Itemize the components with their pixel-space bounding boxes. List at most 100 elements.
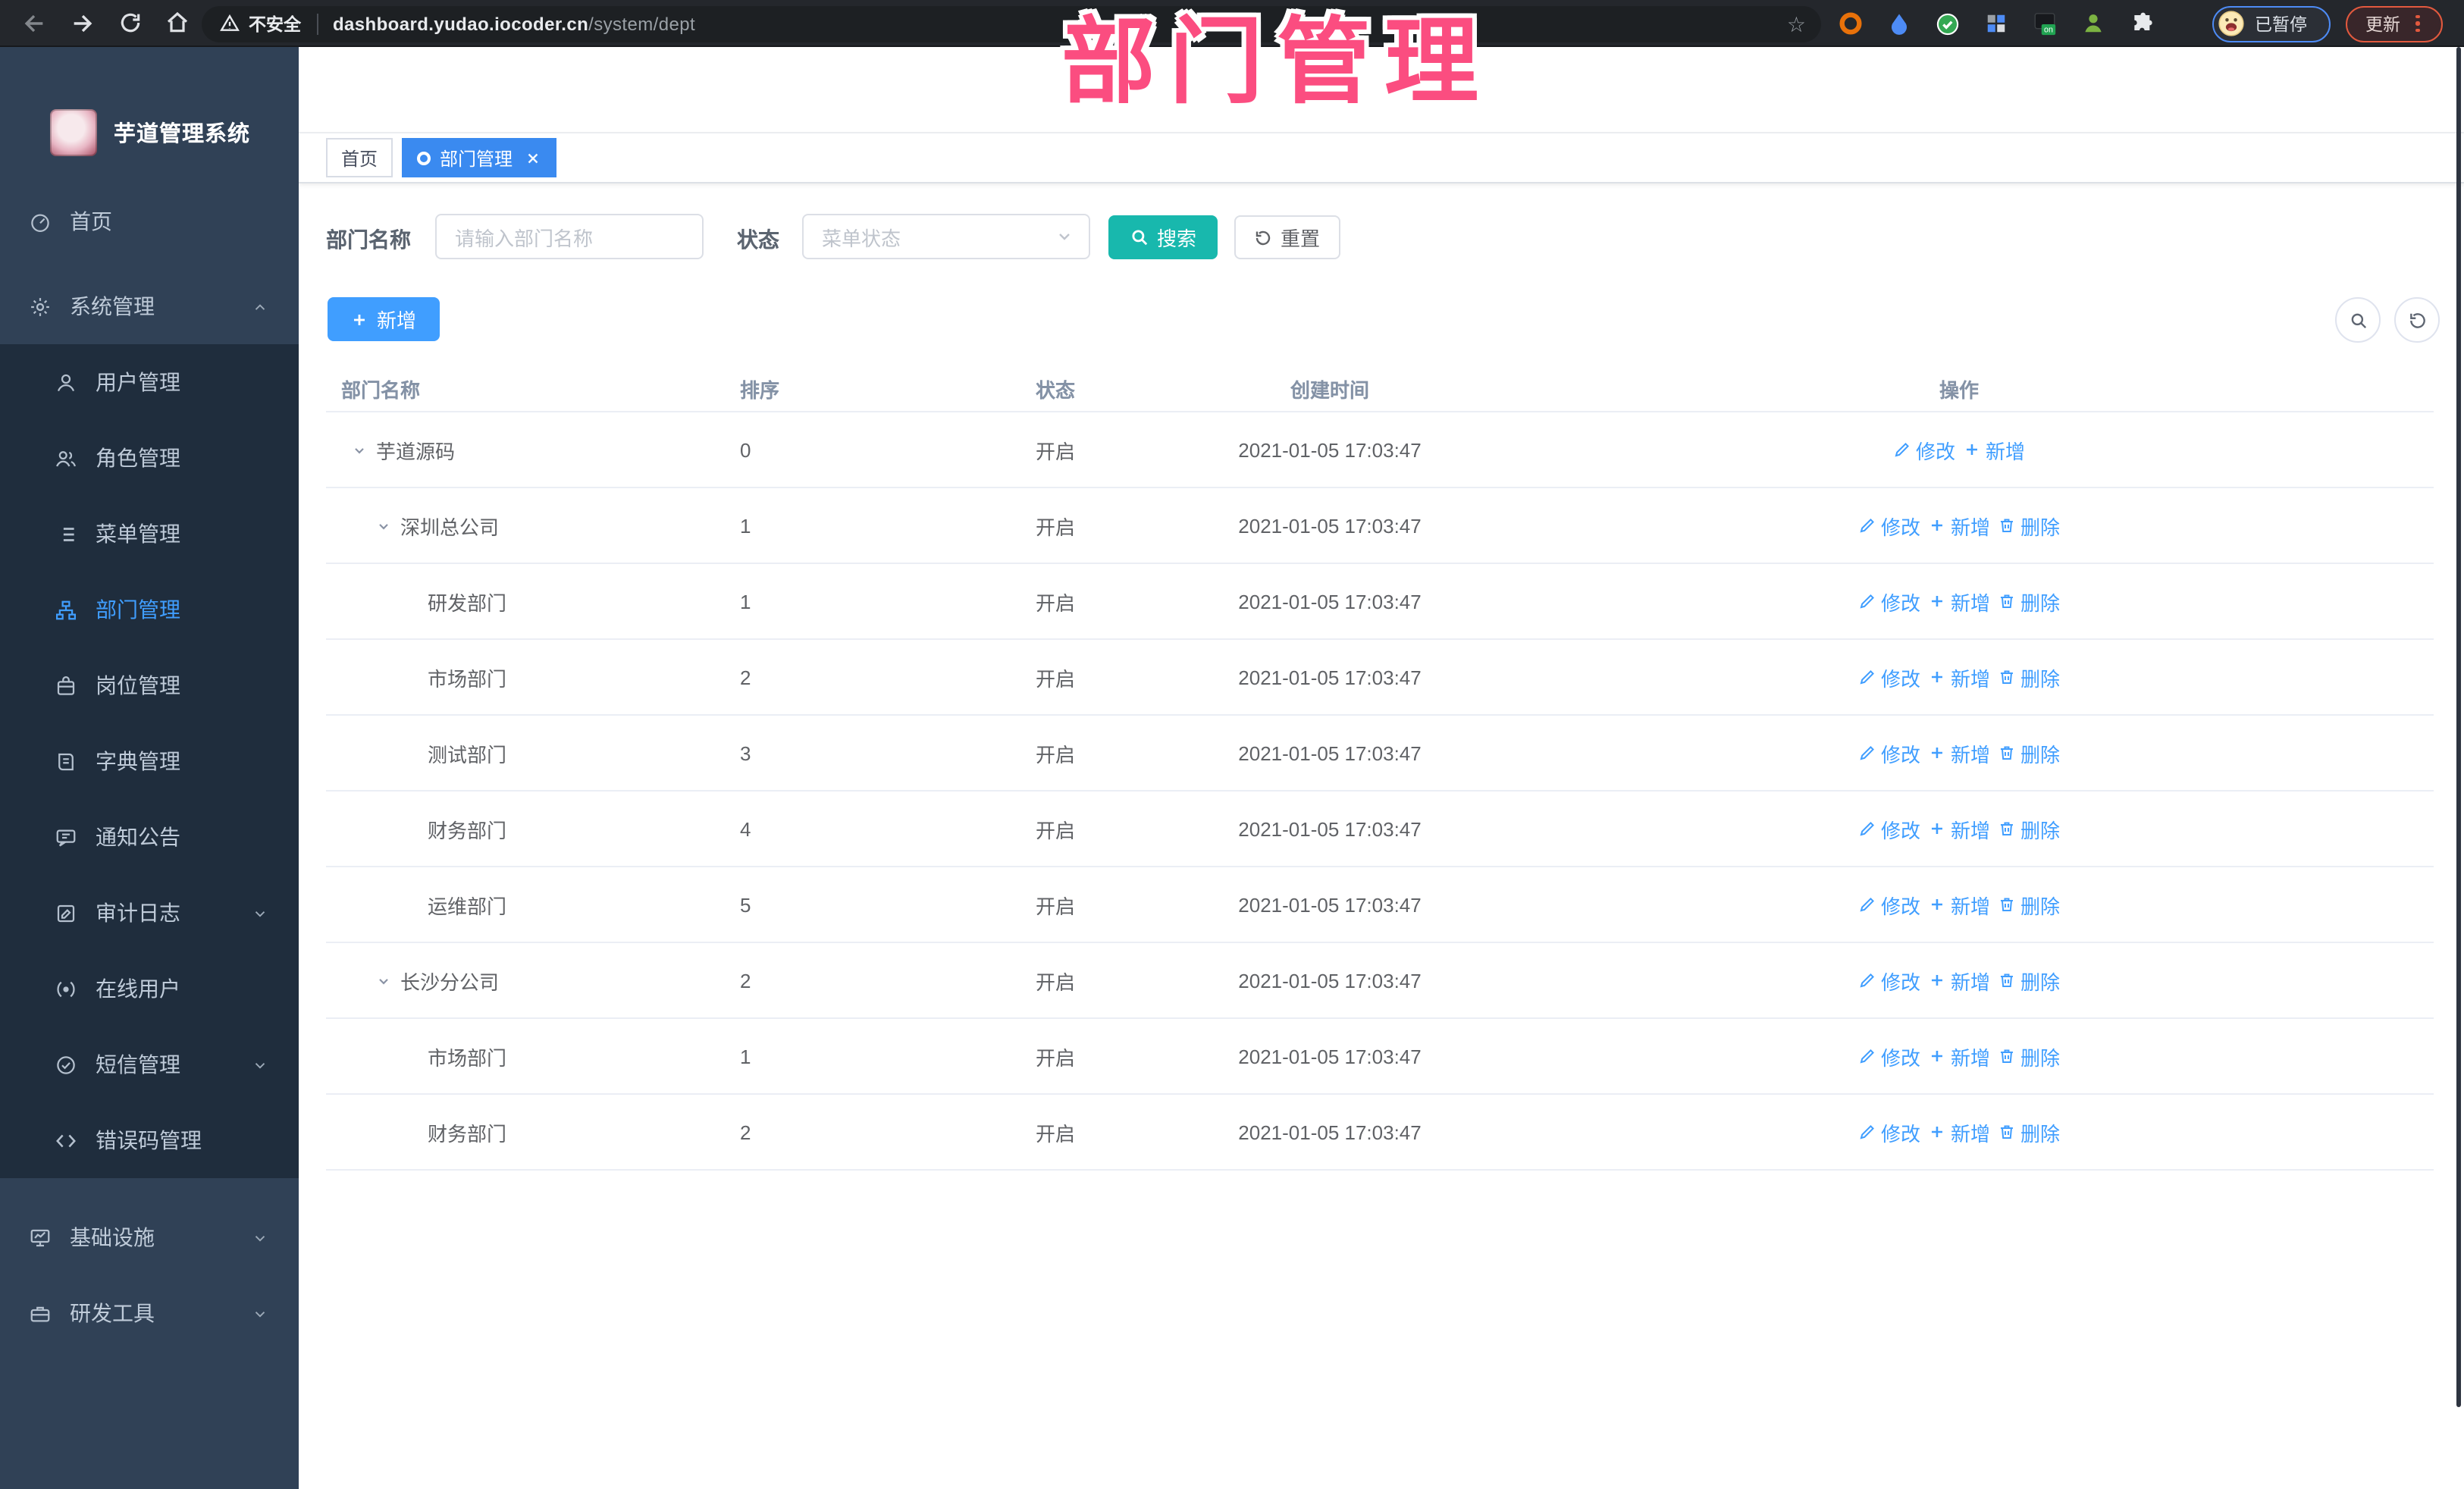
sidebar-item-通知公告[interactable]: 通知公告 <box>0 799 299 875</box>
extension-on-badge-icon[interactable]: on <box>2032 11 2058 36</box>
sidebar-item-系统管理[interactable]: 系统管理 <box>0 268 299 344</box>
trash-icon <box>1998 744 2016 762</box>
edit-action-link[interactable]: 修改 <box>1858 814 1920 843</box>
col-header-sort: 排序 <box>740 379 780 402</box>
edit-action-link[interactable]: 修改 <box>1858 511 1920 540</box>
sidebar-item-错误码管理[interactable]: 错误码管理 <box>0 1102 299 1178</box>
reset-button[interactable]: 重置 <box>1234 215 1340 259</box>
status-select[interactable]: 菜单状态 <box>802 214 1090 259</box>
sidebar-item-岗位管理[interactable]: 岗位管理 <box>0 647 299 723</box>
add-action-link[interactable]: 新增 <box>1928 663 1990 691</box>
edit-action-link[interactable]: 修改 <box>1858 890 1920 919</box>
browser-home-icon[interactable] <box>165 11 190 35</box>
extension-green-check-icon[interactable] <box>1935 11 1961 36</box>
book-icon <box>55 750 77 773</box>
delete-action-link[interactable]: 删除 <box>1998 890 2060 919</box>
row-actions: 修改 新增 <box>1893 435 2025 464</box>
edit-icon <box>1893 440 1911 459</box>
delete-action-link[interactable]: 删除 <box>1998 814 2060 843</box>
sidebar-item-研发工具[interactable]: 研发工具 <box>0 1275 299 1351</box>
action-label: 修改 <box>1880 516 1920 538</box>
table-row: 市场部门 1 开启 2021-01-05 17:03:47 修改 新增 删除 <box>326 1019 2434 1095</box>
add-action-link[interactable]: 新增 <box>1928 966 1990 995</box>
extension-orange-ring-icon[interactable] <box>1838 11 1864 36</box>
sidebar-item-用户管理[interactable]: 用户管理 <box>0 344 299 420</box>
tag-部门管理[interactable]: 部门管理 <box>402 138 557 177</box>
app-title: 芋道管理系统 <box>114 123 250 147</box>
search-button[interactable]: 搜索 <box>1108 215 1218 259</box>
sidebar-item-首页[interactable]: 首页 <box>0 183 299 259</box>
browser-profile-chip[interactable]: 已暂停 <box>2212 5 2331 42</box>
sidebar-item-角色管理[interactable]: 角色管理 <box>0 420 299 496</box>
browser-back-icon[interactable] <box>21 10 47 36</box>
delete-action-link[interactable]: 删除 <box>1998 511 2060 540</box>
page: 不安全 dashboard.yudao.iocoder.cn/system/de… <box>0 0 2464 1489</box>
delete-action-link[interactable]: 删除 <box>1998 663 2060 691</box>
add-action-link[interactable]: 新增 <box>1928 1042 1990 1071</box>
action-label: 修改 <box>1880 895 1920 917</box>
browser-forward-icon[interactable] <box>70 10 96 36</box>
add-button[interactable]: 新增 <box>328 297 440 341</box>
add-action-link[interactable]: 新增 <box>1928 890 1990 919</box>
created-cell: 2021-01-05 17:03:47 <box>1238 438 1422 461</box>
row-actions: 修改 新增 删除 <box>1858 1118 2060 1146</box>
delete-action-link[interactable]: 删除 <box>1998 587 2060 616</box>
add-action-link[interactable]: 新增 <box>1928 511 1990 540</box>
add-action-link[interactable]: 新增 <box>1928 738 1990 767</box>
edit-action-link[interactable]: 修改 <box>1858 738 1920 767</box>
page-scrollbar[interactable] <box>2456 47 2460 1407</box>
sidebar-item-label: 系统管理 <box>70 294 155 318</box>
tag-首页[interactable]: 首页 <box>326 138 393 177</box>
sidebar-item-在线用户[interactable]: 在线用户 <box>0 951 299 1027</box>
refresh-table-button[interactable] <box>2394 297 2440 343</box>
edit-action-link[interactable]: 修改 <box>1858 663 1920 691</box>
security-label: 不安全 <box>249 16 301 34</box>
action-label: 新增 <box>1950 667 1991 690</box>
row-actions: 修改 新增 删除 <box>1858 966 2060 995</box>
status-cell: 开启 <box>1036 743 1076 766</box>
active-dot-icon <box>417 151 431 165</box>
delete-action-link[interactable]: 删除 <box>1998 738 2060 767</box>
delete-action-link[interactable]: 删除 <box>1998 1118 2060 1146</box>
add-action-link[interactable]: 新增 <box>1928 587 1990 616</box>
edit-action-link[interactable]: 修改 <box>1858 1118 1920 1146</box>
edit-action-link[interactable]: 修改 <box>1893 435 1955 464</box>
app-logo[interactable]: 芋道管理系统 <box>50 109 250 156</box>
main-content: 部门名称 请输入部门名称 状态 菜单状态 搜索 重置 新增 部门名称 排序 状态… <box>299 183 2464 1489</box>
trash-icon <box>1998 1047 2016 1065</box>
browser-menu-icon[interactable] <box>2415 14 2419 33</box>
add-action-link[interactable]: 新增 <box>1963 435 2025 464</box>
edit-action-link[interactable]: 修改 <box>1858 966 1920 995</box>
add-action-link[interactable]: 新增 <box>1928 814 1990 843</box>
extension-green-person-icon[interactable] <box>2080 11 2106 36</box>
sidebar-item-基础设施[interactable]: 基础设施 <box>0 1199 299 1275</box>
sidebar-item-菜单管理[interactable]: 菜单管理 <box>0 496 299 572</box>
extension-blue-drop-icon[interactable] <box>1886 11 1912 36</box>
sidebar-item-label: 用户管理 <box>96 370 180 394</box>
delete-action-link[interactable]: 删除 <box>1998 1042 2060 1071</box>
browser-update-button[interactable]: 更新 <box>2346 5 2443 42</box>
action-label: 修改 <box>1880 1046 1920 1069</box>
edit-action-link[interactable]: 修改 <box>1858 587 1920 616</box>
dept-table: 部门名称 排序 状态 创建时间 操作 芋道源码 0 开启 2021-01-05 17:… <box>326 361 2434 1171</box>
address-bar[interactable]: 不安全 dashboard.yudao.iocoder.cn/system/de… <box>202 5 1821 42</box>
show-search-toggle-button[interactable] <box>2335 297 2381 343</box>
delete-action-link[interactable]: 删除 <box>1998 966 2060 995</box>
expand-chevron-icon[interactable] <box>376 518 391 533</box>
add-action-link[interactable]: 新增 <box>1928 1118 1990 1146</box>
sidebar-item-字典管理[interactable]: 字典管理 <box>0 723 299 799</box>
close-icon[interactable] <box>525 149 541 166</box>
sidebar-item-短信管理[interactable]: 短信管理 <box>0 1027 299 1102</box>
extension-puzzle-icon[interactable] <box>2129 11 2155 36</box>
extension-grid-icon[interactable] <box>1983 11 2009 36</box>
sidebar-item-审计日志[interactable]: 审计日志 <box>0 875 299 951</box>
edit-action-link[interactable]: 修改 <box>1858 1042 1920 1071</box>
list-icon <box>55 522 77 545</box>
expand-chevron-icon[interactable] <box>376 973 391 988</box>
sidebar-item-部门管理[interactable]: 部门管理 <box>0 572 299 647</box>
chevron-down-icon <box>1055 227 1074 246</box>
expand-chevron-icon[interactable] <box>352 442 367 457</box>
browser-reload-icon[interactable] <box>118 11 143 35</box>
dept-name-input[interactable]: 请输入部门名称 <box>435 214 704 259</box>
bookmark-star-icon[interactable]: ☆ <box>1787 11 1806 36</box>
